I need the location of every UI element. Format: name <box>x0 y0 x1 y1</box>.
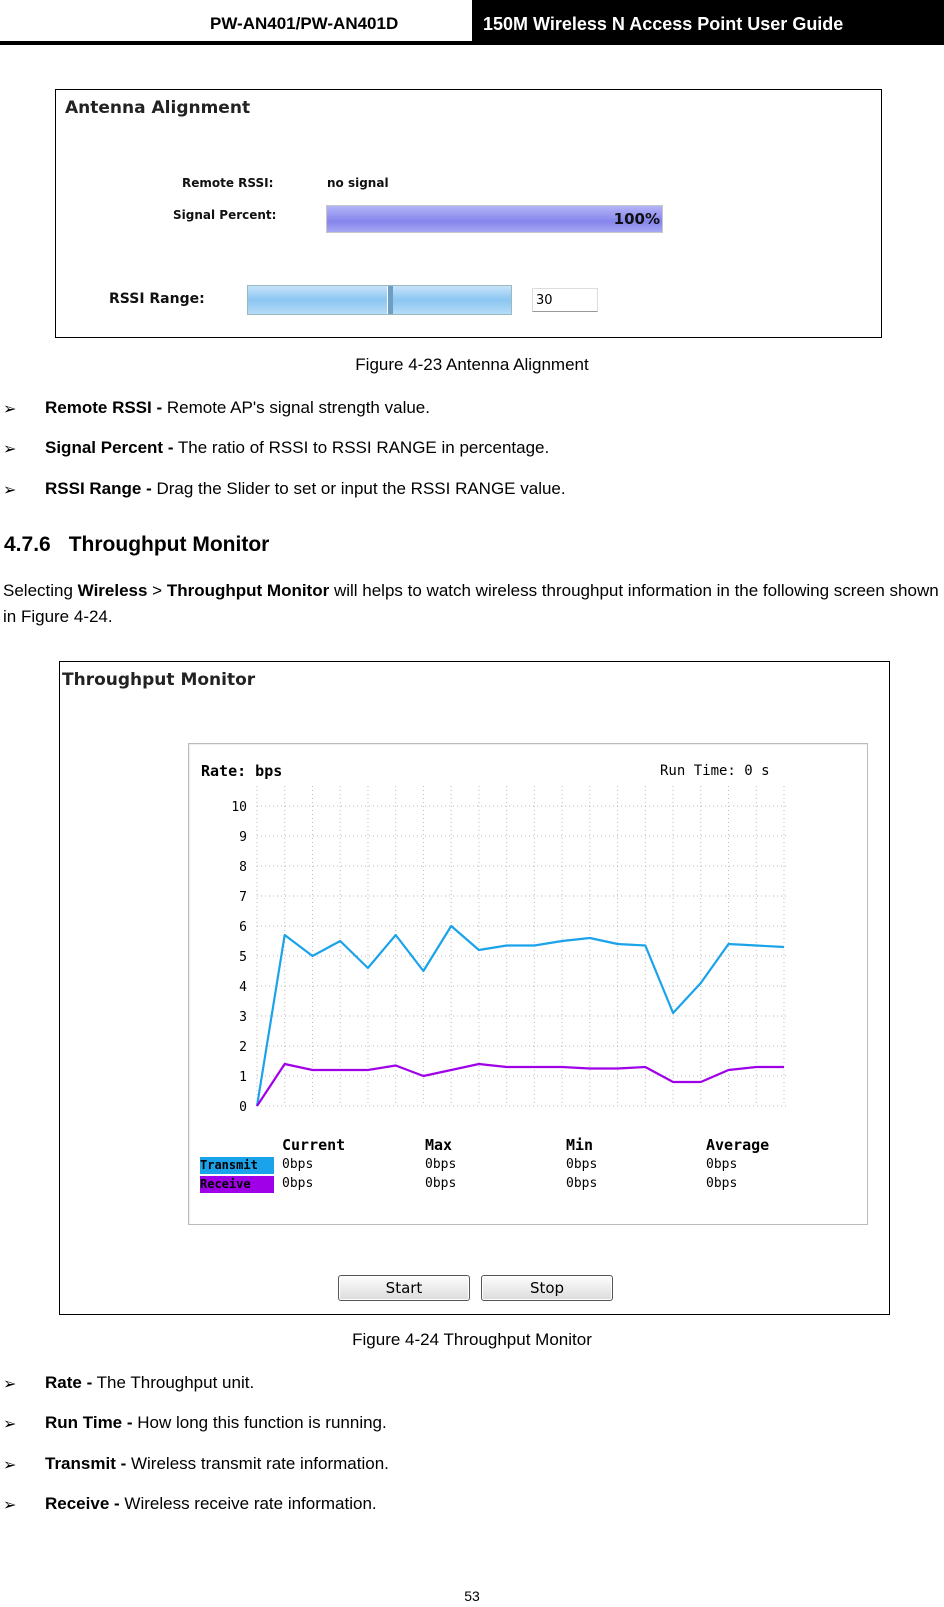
throughput-monitor-figure: Throughput Monitor Rate: bps Run Time: 0… <box>59 661 890 1315</box>
rssi-range-slider-handle[interactable] <box>387 286 393 314</box>
y-tick-label: 6 <box>239 920 247 935</box>
y-tick-label: 5 <box>239 950 247 965</box>
rssi-range-label: RSSI Range: <box>109 291 205 307</box>
start-button[interactable]: Start <box>338 1275 470 1301</box>
series-line-transmit <box>255 924 785 1107</box>
remote-rssi-label: Remote RSSI: <box>182 176 274 190</box>
stop-button[interactable]: Stop <box>481 1275 613 1301</box>
signal-percent-fill <box>327 206 662 232</box>
transmit-average: 0bps <box>706 1157 738 1172</box>
arrow-bullet-icon: ➢ <box>3 441 17 458</box>
receive-min: 0bps <box>566 1176 598 1191</box>
arrow-bullet-icon: ➢ <box>3 1376 17 1393</box>
throughput-monitor-title: Throughput Monitor <box>62 670 256 690</box>
y-tick-label: 1 <box>239 1070 247 1085</box>
header-guide-title: 150M Wireless N Access Point User Guide <box>472 0 944 44</box>
transmit-max: 0bps <box>425 1157 457 1172</box>
receive-max: 0bps <box>425 1176 457 1191</box>
arrow-bullet-icon: ➢ <box>3 1457 17 1474</box>
section-paragraph: Selecting Wireless > Throughput Monitor … <box>3 581 939 626</box>
receive-row-label: Receive <box>200 1176 274 1193</box>
chart-panel: Rate: bps Run Time: 0 s 0 1 2 3 4 5 6 7 8 9 10 Cur… <box>188 743 868 1225</box>
y-tick-label: 8 <box>239 860 247 875</box>
figure-caption-24: Figure 4-24 Throughput Monitor <box>352 1330 592 1349</box>
transmit-min: 0bps <box>566 1157 598 1172</box>
header-model: PW-AN401/PW-AN401D <box>210 14 399 33</box>
stats-header-average: Average <box>706 1136 770 1154</box>
transmit-row-label: Transmit <box>200 1157 274 1174</box>
arrow-bullet-icon: ➢ <box>3 1416 17 1433</box>
page-number: 53 <box>464 1588 480 1604</box>
stats-header-min: Min <box>566 1136 594 1154</box>
y-tick-label: 3 <box>239 1010 247 1025</box>
header-rule <box>0 41 944 45</box>
receive-current: 0bps <box>282 1176 314 1191</box>
series-line-receive <box>256 1062 784 1107</box>
y-tick-label: 4 <box>239 980 247 995</box>
arrow-bullet-icon: ➢ <box>3 1497 17 1514</box>
antenna-alignment-figure: Antenna Alignment Remote RSSI: no signal… <box>55 89 882 338</box>
stats-header-current: Current <box>282 1136 346 1154</box>
signal-percent-value: 100% <box>613 210 660 228</box>
arrow-bullet-icon: ➢ <box>3 401 17 418</box>
figure-caption-23: Figure 4-23 Antenna Alignment <box>355 355 589 374</box>
y-tick-label: 7 <box>239 890 247 905</box>
arrow-bullet-icon: ➢ <box>3 482 17 499</box>
stats-header-max: Max <box>425 1136 453 1154</box>
rssi-range-input[interactable]: 30 <box>532 288 598 312</box>
y-tick-label: 10 <box>231 800 247 815</box>
signal-percent-bar: 100% <box>326 205 663 233</box>
y-tick-label: 2 <box>239 1040 247 1055</box>
antenna-alignment-title: Antenna Alignment <box>65 98 251 118</box>
throughput-chart: 0 1 2 3 4 5 6 7 8 9 10 <box>231 786 786 1115</box>
section-heading: 4.7.6 Throughput Monitor <box>4 533 270 556</box>
signal-percent-label: Signal Percent: <box>173 208 277 222</box>
y-tick-label: 9 <box>239 830 247 845</box>
rssi-range-slider-track[interactable] <box>247 285 512 315</box>
receive-average: 0bps <box>706 1176 738 1191</box>
transmit-current: 0bps <box>282 1157 314 1172</box>
remote-rssi-value: no signal <box>327 176 389 190</box>
y-tick-label: 0 <box>239 1100 247 1115</box>
